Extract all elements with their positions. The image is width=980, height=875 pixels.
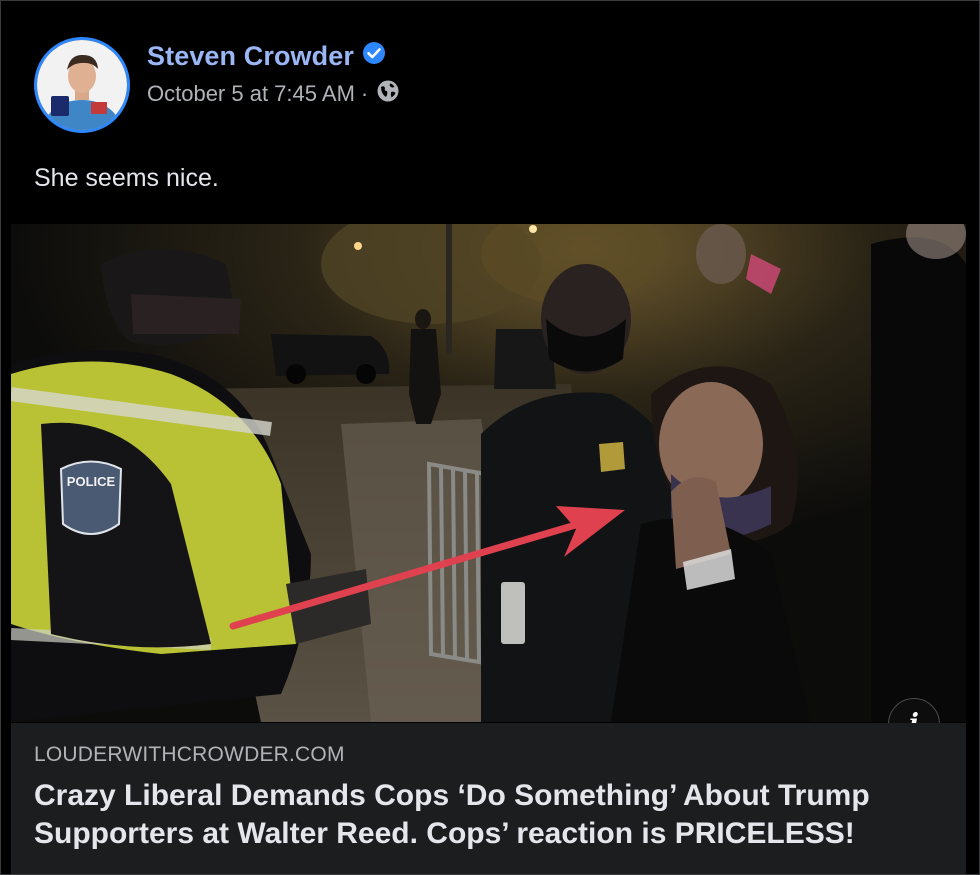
meta-separator: · [360, 81, 369, 106]
author-name[interactable]: Steven Crowder [147, 41, 386, 72]
author-name-label[interactable]: Steven Crowder [147, 41, 354, 72]
link-preview-caption[interactable]: LOUDERWITHCROWDER.COM Crazy Liberal Dema… [11, 723, 966, 874]
facebook-post-card: Steven Crowder October 5 at 7:45 AM · Sh… [0, 0, 980, 875]
post-text: She seems nice. [34, 164, 219, 192]
link-headline-line-1: Crazy Liberal Demands Cops ‘Do Something… [34, 779, 870, 812]
globe-icon[interactable] [376, 79, 400, 109]
post-meta: October 5 at 7:45 AM · [147, 79, 400, 109]
link-preview-image[interactable]: POLICE [11, 224, 966, 722]
link-headline-line-2: Supporters at Walter Reed. Cops’ reactio… [34, 817, 855, 850]
avatar-photo [37, 40, 127, 130]
video-still: POLICE [11, 224, 966, 722]
verified-badge-icon [362, 41, 386, 72]
link-headline[interactable]: Crazy Liberal Demands Cops ‘Do Something… [34, 777, 934, 853]
police-patch-text: POLICE [67, 474, 116, 489]
post-timestamp[interactable]: October 5 at 7:45 AM [147, 81, 355, 107]
link-domain: LOUDERWITHCROWDER.COM [34, 743, 345, 766]
author-avatar[interactable] [34, 37, 130, 133]
